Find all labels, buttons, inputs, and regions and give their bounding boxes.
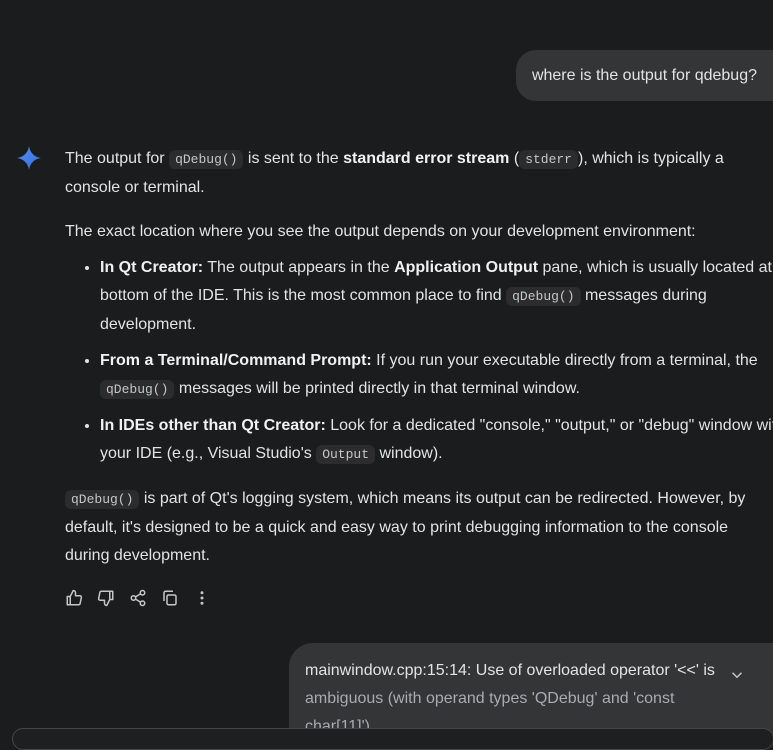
thumbs-down-icon[interactable] xyxy=(96,588,116,608)
text: window). xyxy=(375,445,443,462)
share-icon[interactable] xyxy=(128,588,148,608)
response-actions xyxy=(64,588,212,608)
bold-text: From a Terminal/Command Prompt: xyxy=(100,352,372,369)
text: The output appears in the xyxy=(203,259,395,276)
message-line: mainwindow.cpp:15:14: Use of overloaded … xyxy=(305,662,715,679)
copy-icon[interactable] xyxy=(160,588,180,608)
text: The output for xyxy=(65,150,170,167)
inline-code: qDebug() xyxy=(65,490,140,509)
assistant-response: The output for qDebug() is sent to the s… xyxy=(65,145,773,570)
gemini-sparkle-icon xyxy=(16,145,42,171)
inline-code: qDebug() xyxy=(100,380,175,399)
inline-code: qDebug() xyxy=(506,287,581,306)
inline-code: qDebug() xyxy=(169,150,244,169)
thumbs-up-icon[interactable] xyxy=(64,588,84,608)
inline-code: stderr xyxy=(519,150,578,169)
list-item: From a Terminal/Command Prompt: If you r… xyxy=(100,347,773,404)
prompt-input-box[interactable] xyxy=(12,728,773,750)
text: If you run your executable directly from… xyxy=(371,352,758,369)
expand-chevron-icon[interactable] xyxy=(725,663,749,687)
response-paragraph: The output for qDebug() is sent to the s… xyxy=(65,145,765,202)
more-vert-icon[interactable] xyxy=(192,588,212,608)
bold-text: In IDEs other than Qt Creator: xyxy=(100,417,326,434)
response-paragraph: qDebug() is part of Qt's logging system,… xyxy=(65,485,771,570)
text: messages will be printed directly in tha… xyxy=(174,380,580,397)
inline-code: Output xyxy=(316,445,376,464)
list-item: In IDEs other than Qt Creator: Look for … xyxy=(100,412,773,469)
user-message-text: where is the output for qdebug? xyxy=(531,66,757,84)
response-paragraph: The exact location where you see the out… xyxy=(65,223,696,240)
bold-text: standard error stream xyxy=(343,150,510,167)
text: ( xyxy=(509,150,520,167)
bold-text: In Qt Creator: xyxy=(100,259,204,276)
user-message-bubble: where is the output for qdebug? xyxy=(515,50,773,101)
text: is sent to the xyxy=(243,150,344,167)
bold-text: Application Output xyxy=(394,259,539,276)
bullet-list: In Qt Creator: The output appears in the… xyxy=(65,254,773,469)
text: is part of Qt's logging system, which me… xyxy=(65,490,746,564)
list-item: In Qt Creator: The output appears in the… xyxy=(100,254,773,339)
